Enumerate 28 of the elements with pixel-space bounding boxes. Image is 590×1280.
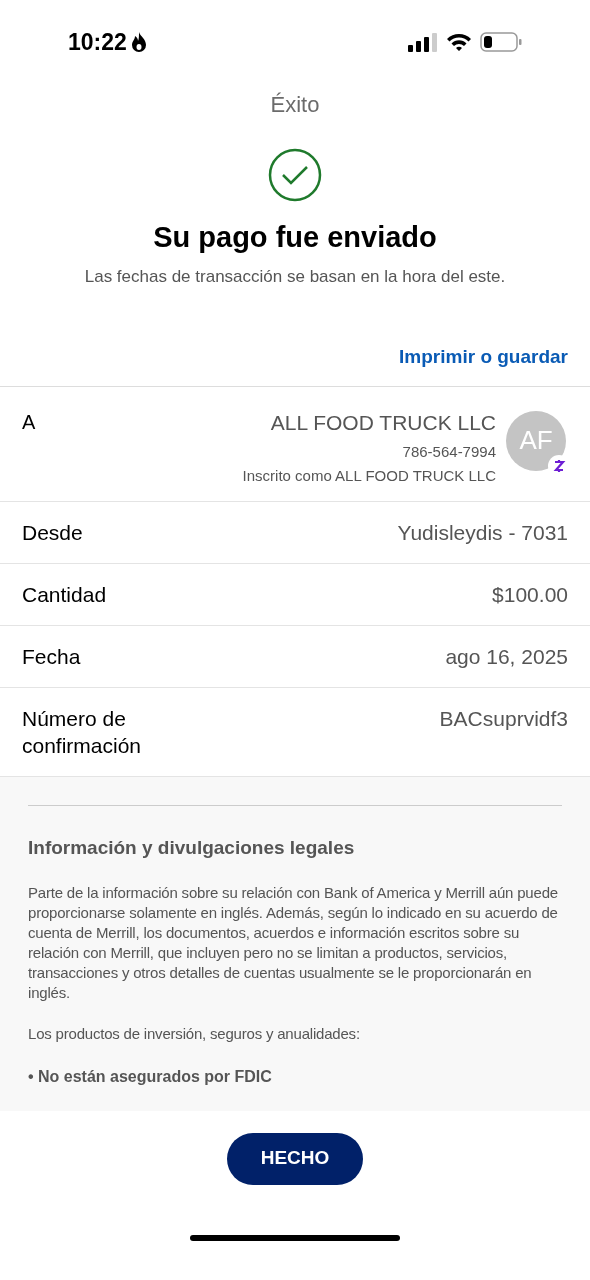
row-value: $100.00 <box>492 581 568 608</box>
row-label: Desde <box>22 519 84 546</box>
row-label: Número de confirmación <box>22 705 143 759</box>
print-link[interactable]: Imprimir o guardar <box>399 343 568 372</box>
legal-paragraph: Los productos de inversión, seguros y anualidades: <box>28 1024 361 1044</box>
legal-paragraph: Parte de la información sobre su relación con Bank of America y Merrill aún puede proporcionarse solamente en inglés. Además, según lo indicado en su acuerdo de cuenta de Merrill, los documentos, acuerdos e información escritos sobre su relación con Merrill, que incluyen pero no se limitan a productos, servicios, transacciones y otros detalles de cuentas usualmente se le proporcionarán en inglés. <box>28 883 559 1003</box>
recipient-phone: 786-564-7994 <box>402 442 496 462</box>
row-label: Fecha <box>22 643 82 670</box>
row-value: ago 16, 2025 <box>445 643 568 670</box>
battery-icon <box>480 32 522 52</box>
wifi-icon <box>446 32 472 52</box>
check-circle-icon <box>268 148 322 202</box>
flame-icon <box>130 32 147 52</box>
recipient-name: ALL FOOD TRUCK LLC <box>270 409 496 436</box>
recipient-enrolled: Inscrito como ALL FOOD TRUCK LLC <box>241 465 496 485</box>
row-value: BACsuprvidf3 <box>439 705 568 732</box>
row-label: Cantidad <box>22 581 108 608</box>
signal-icon <box>408 32 438 52</box>
avatar: AF <box>506 410 566 471</box>
screen-title: Éxito <box>270 90 320 119</box>
success-heading: Su pago fue enviado <box>153 220 437 255</box>
row-value: Yudisleydis - 7031 <box>397 519 568 546</box>
done-button[interactable]: HECHO <box>227 1132 363 1185</box>
legal-bullet: • No están asegurados por FDIC <box>28 1067 273 1087</box>
status-time: 10:22 <box>68 27 127 57</box>
success-subtitle: Las fechas de transacción se basan en la hora del este. <box>84 265 506 288</box>
legal-title: Información y divulgaciones legales <box>28 835 356 860</box>
row-label: A <box>22 409 36 435</box>
